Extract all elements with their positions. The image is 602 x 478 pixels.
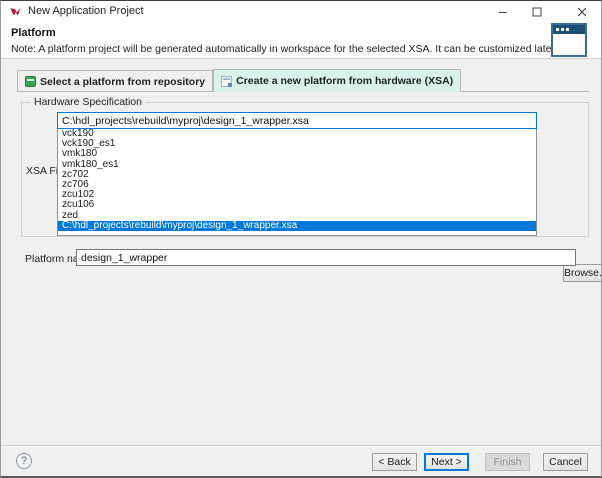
xsa-file-combo-value: C:\hdl_projects\rebuild\myproj\design_1_… bbox=[62, 115, 309, 127]
xilinx-logo-icon bbox=[9, 5, 22, 18]
titlebar: New Application Project bbox=[1, 1, 601, 23]
dropdown-item[interactable]: vck190 bbox=[58, 129, 536, 139]
footer-separator bbox=[1, 445, 601, 447]
browse-button[interactable]: Browse... bbox=[563, 264, 602, 282]
wizard-banner: Platform Note: A platform project will b… bbox=[1, 23, 601, 59]
next-button[interactable]: Next > bbox=[424, 453, 469, 471]
close-icon[interactable] bbox=[567, 1, 597, 23]
wizard-window-icon-titlebar bbox=[553, 25, 585, 34]
platform-name-input[interactable] bbox=[76, 249, 576, 266]
repository-platform-icon bbox=[25, 76, 36, 87]
dropdown-item[interactable]: vmk180_es1 bbox=[58, 160, 536, 170]
tab-label: Create a new platform from hardware (XSA… bbox=[236, 75, 453, 87]
window-title: New Application Project bbox=[28, 5, 144, 17]
help-button[interactable]: ? bbox=[16, 453, 32, 469]
new-application-project-dialog: New Application Project Platform Note: A… bbox=[0, 0, 602, 478]
hardware-specification-group: Hardware Specification XSA File: C:\hdl_… bbox=[21, 102, 589, 237]
dropdown-item[interactable]: vmk180 bbox=[58, 149, 536, 159]
dropdown-item[interactable]: zc706 bbox=[58, 180, 536, 190]
help-question-icon: ? bbox=[21, 455, 27, 467]
hardware-specification-label: Hardware Specification bbox=[30, 96, 146, 108]
page-title: Platform bbox=[11, 27, 56, 39]
dropdown-item[interactable]: vck190_es1 bbox=[58, 139, 536, 149]
new-hardware-platform-icon bbox=[221, 76, 232, 87]
finish-button[interactable]: Finish bbox=[485, 453, 530, 471]
banner-note: Note: A platform project will be generat… bbox=[11, 43, 557, 55]
dropdown-item[interactable]: zcu102 bbox=[58, 190, 536, 200]
minimize-icon[interactable] bbox=[488, 1, 518, 23]
dropdown-item[interactable]: zcu106 bbox=[58, 200, 536, 210]
cancel-button[interactable]: Cancel bbox=[543, 453, 588, 471]
tab-label: Select a platform from repository bbox=[40, 76, 205, 88]
tab-create-platform-from-hardware[interactable]: Create a new platform from hardware (XSA… bbox=[213, 69, 461, 92]
back-button[interactable]: < Back bbox=[372, 453, 417, 471]
dropdown-item[interactable]: zc702 bbox=[58, 170, 536, 180]
platform-source-tabbar: Select a platform from repository Create… bbox=[17, 69, 589, 92]
xsa-file-dropdown-list: vck190 vck190_es1 vmk180 vmk180_es1 zc70… bbox=[57, 129, 537, 236]
xsa-file-combo-input[interactable]: C:\hdl_projects\rebuild\myproj\design_1_… bbox=[57, 112, 537, 129]
maximize-icon[interactable] bbox=[522, 1, 552, 23]
wizard-window-icon bbox=[551, 23, 587, 57]
dropdown-item-selected[interactable]: C:\hdl_projects\rebuild\myproj\design_1_… bbox=[58, 221, 536, 231]
tab-select-platform-from-repository[interactable]: Select a platform from repository bbox=[17, 70, 213, 92]
